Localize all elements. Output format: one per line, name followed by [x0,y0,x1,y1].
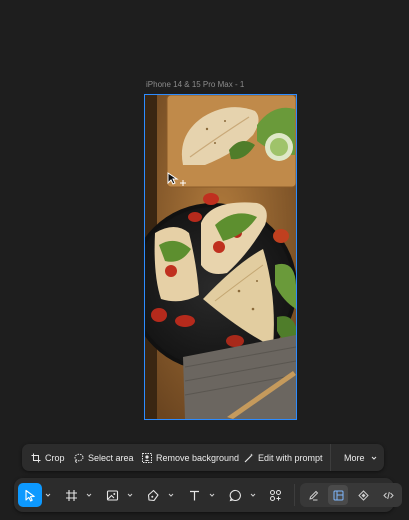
lasso-icon [74,453,84,463]
move-tool-button[interactable] [18,483,42,507]
toolbar-divider [294,484,295,506]
text-tool-dropdown[interactable] [209,492,215,498]
pen-tool-dropdown[interactable] [168,492,174,498]
crop-label: Crop [45,452,65,463]
comment-tool-dropdown[interactable] [250,492,256,498]
components-icon [269,489,281,501]
remove-background-label: Remove background [156,452,240,463]
pen-tool-button[interactable] [141,483,165,507]
more-label: More [344,452,365,463]
select-area-button[interactable]: Select area [74,444,134,471]
remove-background-icon [142,452,152,463]
actions-tool-button[interactable] [263,483,287,507]
main-toolbar [14,478,402,512]
pencil-icon [308,490,318,500]
edit-with-prompt-button[interactable]: Edit with prompt [244,444,323,471]
magic-wand-icon [244,453,254,463]
chevron-down-icon [45,493,51,497]
frame-tool-dropdown[interactable] [86,492,92,498]
comment-tool-button[interactable] [223,483,247,507]
frame-label[interactable]: iPhone 14 & 15 Pro Max - 1 [146,80,244,89]
image-toolbar: Crop Select area Remove background Edit … [22,444,384,471]
diamond-icon [357,489,369,501]
prototype-mode-button[interactable] [353,485,373,505]
pointer-cursor [167,172,187,193]
chevron-down-icon [127,493,133,497]
edit-with-prompt-label: Edit with prompt [258,452,323,463]
mode-switcher [300,483,402,507]
food-photo [145,95,296,419]
chevron-down-icon [369,453,379,463]
image-icon [106,489,118,501]
move-tool-dropdown[interactable] [45,492,51,498]
crop-button[interactable]: Crop [31,444,65,471]
chevron-down-icon [250,493,256,497]
cursor-arrow-icon [24,489,35,502]
pen-icon [147,489,159,501]
remove-background-button[interactable]: Remove background [142,444,239,471]
select-area-label: Select area [88,452,134,463]
chevron-down-icon [86,493,92,497]
layout-icon [333,490,343,500]
chevron-down-icon [209,493,215,497]
draw-mode-button[interactable] [303,485,323,505]
crop-icon [31,453,41,463]
frame-icon [65,489,77,501]
image-tool-button[interactable] [100,483,124,507]
text-tool-button[interactable] [182,483,206,507]
code-icon [382,491,394,499]
phone-frame[interactable] [144,94,297,420]
frame-tool-button[interactable] [59,483,83,507]
text-icon [189,490,199,500]
chevron-down-icon [168,493,174,497]
image-tool-dropdown[interactable] [127,492,133,498]
comment-icon [229,489,241,501]
toolbar-divider [330,444,331,471]
more-button[interactable]: More [344,444,379,471]
design-mode-button[interactable] [328,485,348,505]
dev-mode-button[interactable] [378,485,398,505]
